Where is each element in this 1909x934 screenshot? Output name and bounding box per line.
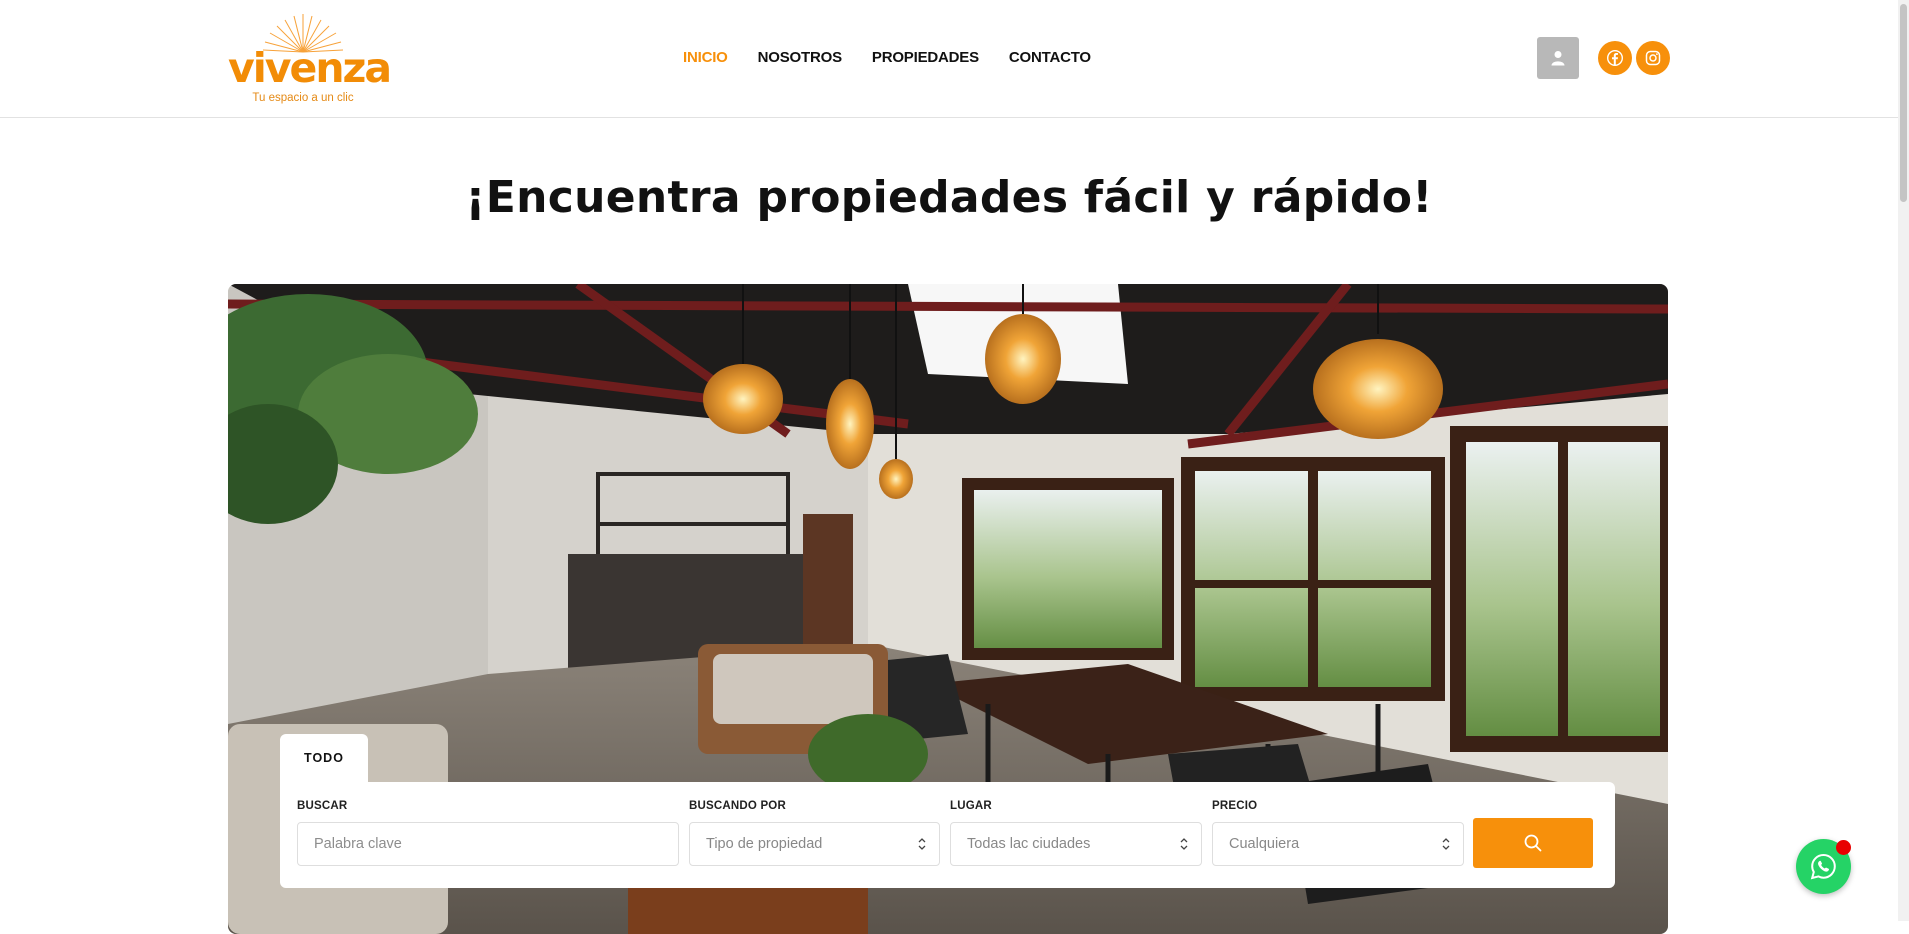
- brand-logo[interactable]: vivenza Tu espacio a un clic: [228, 12, 392, 107]
- select-chevrons-icon: [1442, 838, 1450, 850]
- select-chevrons-icon: [918, 838, 926, 850]
- facebook-icon: [1607, 50, 1623, 66]
- nav-inicio[interactable]: INICIO: [683, 48, 728, 68]
- whatsapp-icon: [1810, 853, 1836, 880]
- price-value: Cualquiera: [1229, 836, 1300, 852]
- keyword-label: BUSCAR: [297, 800, 348, 812]
- brand-tagline: Tu espacio a un clic: [252, 92, 354, 104]
- hero-title: ¡Encuentra propiedades fácil y rápido!: [465, 172, 1433, 223]
- price-label: PRECIO: [1212, 800, 1258, 812]
- site-header: vivenza Tu espacio a un clic INICIO NOSO…: [0, 0, 1898, 118]
- brand-name: vivenza: [228, 44, 392, 92]
- nav-nosotros[interactable]: NOSOTROS: [758, 48, 842, 68]
- notification-badge: [1836, 840, 1851, 855]
- search-button[interactable]: [1473, 818, 1593, 868]
- location-value: Todas lac ciudades: [967, 836, 1091, 852]
- location-label: LUGAR: [950, 800, 992, 812]
- property-type-label: BUSCANDO POR: [689, 800, 786, 812]
- price-select[interactable]: Cualquiera: [1212, 822, 1464, 866]
- select-chevrons-icon: [1180, 838, 1188, 850]
- property-type-value: Tipo de propiedad: [706, 836, 823, 852]
- search-panel: BUSCAR BUSCANDO POR Tipo de propiedad LU…: [280, 782, 1615, 888]
- scrollbar-thumb[interactable]: [1900, 4, 1907, 202]
- property-type-select[interactable]: Tipo de propiedad: [689, 822, 940, 866]
- instagram-icon: [1645, 50, 1661, 66]
- main-nav: INICIO NOSOTROS PROPIEDADES CONTACTO: [683, 48, 1121, 68]
- search-icon: [1524, 834, 1542, 852]
- nav-propiedades[interactable]: PROPIEDADES: [872, 48, 979, 68]
- user-icon: [1551, 51, 1565, 66]
- user-account-button[interactable]: [1537, 37, 1579, 79]
- facebook-link[interactable]: [1598, 41, 1632, 75]
- nav-contacto[interactable]: CONTACTO: [1009, 48, 1091, 68]
- tab-todo[interactable]: TODO: [280, 734, 368, 782]
- instagram-link[interactable]: [1636, 41, 1670, 75]
- keyword-input[interactable]: [297, 822, 679, 866]
- location-select[interactable]: Todas lac ciudades: [950, 822, 1202, 866]
